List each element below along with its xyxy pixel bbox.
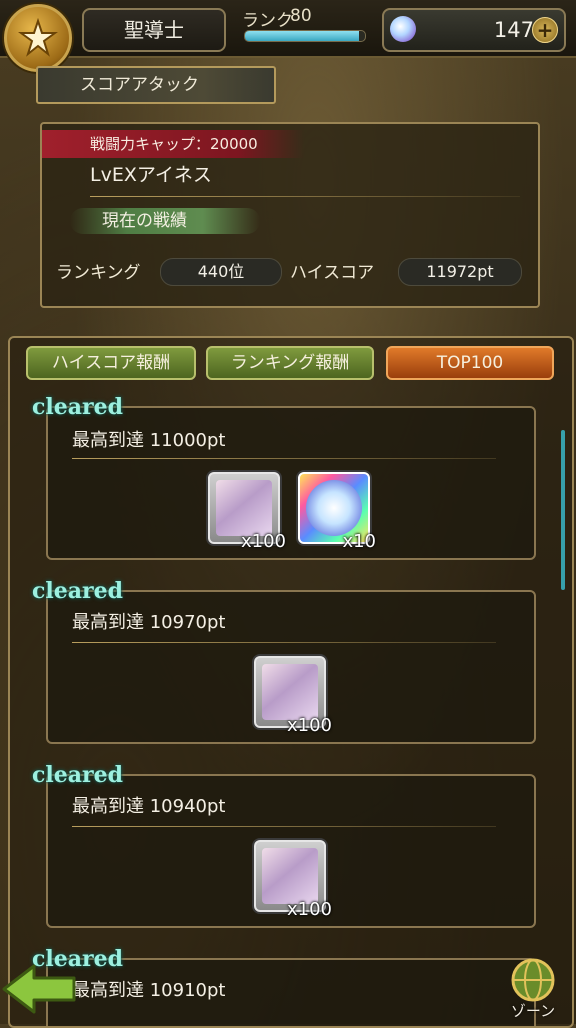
power-cap-banner: 戦闘力キャップ：20000 xyxy=(42,130,304,158)
scrollbar[interactable] xyxy=(561,430,565,590)
zone-label: ゾーン xyxy=(510,1002,556,1020)
current-record-banner: 現在の戦績 xyxy=(70,208,260,234)
highscore-label: ハイスコア xyxy=(290,263,375,283)
item-quantity: x100 xyxy=(240,531,286,552)
gem-icon xyxy=(390,16,416,42)
back-arrow-icon xyxy=(2,964,76,1014)
back-button[interactable] xyxy=(0,962,78,1016)
ranking-label: ランキング xyxy=(56,263,141,283)
item-quantity: x100 xyxy=(286,715,332,736)
add-gems-button[interactable]: + xyxy=(532,17,558,43)
divider xyxy=(90,196,520,197)
crystal-shard-icon[interactable]: x100 xyxy=(254,656,332,736)
gem-count: 147 xyxy=(493,18,534,42)
tab-highscore-rewards[interactable]: ハイスコア報酬 xyxy=(26,346,196,380)
crystal-shard-icon[interactable]: x100 xyxy=(254,840,332,920)
globe-icon xyxy=(511,958,555,1002)
cleared-label: cleared xyxy=(32,578,123,604)
power-cap-text: 戦闘力キャップ：20000 xyxy=(90,135,258,153)
tab-top100[interactable]: TOP100 xyxy=(386,346,554,380)
item-image xyxy=(216,480,272,536)
ranking-value: 440位 xyxy=(160,258,282,286)
gem-counter: 147 + xyxy=(382,8,566,52)
cleared-label: cleared xyxy=(32,762,123,788)
section-title-text: スコアアタック xyxy=(80,75,199,95)
reward-score: 最高到達 11000pt xyxy=(72,430,226,451)
crystal-shard-icon[interactable]: x100 xyxy=(208,472,286,552)
item-quantity: x10 xyxy=(342,531,376,552)
class-name: 聖導士 xyxy=(124,18,184,42)
item-quantity: x100 xyxy=(286,899,332,920)
item-image xyxy=(306,480,362,536)
cleared-label: cleared xyxy=(32,394,123,420)
tab-ranking-rewards[interactable]: ランキング報酬 xyxy=(206,346,374,380)
stage-name: LvEXアイネス xyxy=(90,164,212,186)
item-image xyxy=(262,848,318,904)
item-image xyxy=(262,664,318,720)
divider xyxy=(72,642,496,643)
highscore-value: 11972pt xyxy=(398,258,522,286)
rank-label: ランク xyxy=(242,11,293,31)
section-title: スコアアタック xyxy=(36,66,276,104)
reward-score: 最高到達 10970pt xyxy=(72,612,226,633)
rank-progress-fill xyxy=(245,31,359,41)
class-name-box: 聖導士 xyxy=(82,8,226,52)
current-record-label: 現在の戦績 xyxy=(102,211,187,231)
rainbow-gem-icon[interactable]: x10 xyxy=(298,472,376,552)
reward-score: 最高到達 10910pt xyxy=(72,980,226,1001)
divider xyxy=(72,826,496,827)
score-attack-info-panel: 戦闘力キャップ：20000 LvEXアイネス 現在の戦績 ランキング 440位 … xyxy=(40,122,540,308)
rank-value: 80 xyxy=(290,6,312,26)
divider xyxy=(72,458,496,459)
menu-emblem-button[interactable] xyxy=(4,4,72,72)
zone-button[interactable]: ゾーン xyxy=(498,956,568,1022)
reward-score: 最高到達 10940pt xyxy=(72,796,226,817)
rank-progress-bar xyxy=(244,30,366,42)
star-wand-icon xyxy=(18,18,58,57)
